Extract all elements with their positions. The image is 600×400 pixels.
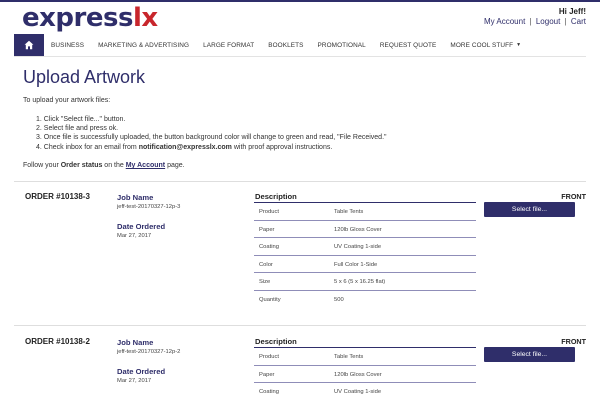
table-row: Coating UV Coating 1-side <box>254 237 476 255</box>
logo-text-lx: lx <box>132 3 158 33</box>
step-1: 1. Click "Select file..." button. <box>36 116 126 123</box>
date-ordered-label: Date Ordered <box>117 222 166 231</box>
my-account-page-link[interactable]: My Account <box>126 162 165 169</box>
step-4-prefix: 4. Check inbox for an email from <box>36 143 139 151</box>
table-row: Coating UV Coating 1-side <box>254 382 476 400</box>
desc-key: Coating <box>259 244 279 251</box>
user-greeting: Hi Jeff! <box>558 7 586 16</box>
desc-value: Table Tents <box>334 354 364 360</box>
front-label: FRONT <box>561 337 586 346</box>
description-table: Product Table Tents Paper 120lb Gloss Cove… <box>254 202 476 308</box>
job-name-value: jeff-test-20170327-12p-2 <box>117 349 181 355</box>
desc-value: 5 x 6 (5 x 16.25 flat) <box>334 279 386 286</box>
date-ordered-value: Mar 27, 2017 <box>117 233 152 239</box>
desc-value: Table Tents <box>334 209 364 215</box>
step-3: 3. Once file is successfully uploaded, t… <box>36 134 387 142</box>
desc-value: UV Coating 1-side <box>334 244 382 251</box>
link-separator: | <box>564 17 567 26</box>
desc-value: 120lb Gloss Cover <box>334 371 382 378</box>
expresslx-logo[interactable]: express lx <box>22 3 158 33</box>
description-heading: Description <box>255 337 297 346</box>
job-name-label: Job Name <box>117 338 154 347</box>
nav-item-booklets[interactable]: BOOKLETS <box>261 34 310 56</box>
nav-item-more-cool-stuff[interactable]: MORE COOL STUFF ▼ <box>443 34 528 56</box>
nav-item-promotional[interactable]: PROMOTIONAL <box>311 34 373 56</box>
follow-mid: on the <box>102 162 126 169</box>
table-row: Product Table Tents <box>254 347 476 365</box>
nav-item-marketing-advertising[interactable]: MARKETING & ADVERTISING <box>91 34 196 56</box>
section-divider <box>14 325 586 326</box>
desc-key: Product <box>259 209 279 215</box>
desc-key: Coating <box>259 389 279 396</box>
order-status-note: Follow your Order status on the My Accou… <box>23 162 185 169</box>
my-account-link[interactable]: My Account <box>484 17 525 26</box>
step-4-suffix: with proof approval instructions. <box>231 143 333 151</box>
order-card: ORDER #10138-3 Job Name jeff-test-201703… <box>0 192 600 312</box>
logout-link[interactable]: Logout <box>536 17 560 26</box>
section-divider <box>14 181 586 182</box>
follow-prefix: Follow your <box>23 162 61 169</box>
select-file-button[interactable]: Select file... <box>484 347 575 362</box>
job-name-value: jeff-test-20170327-12p-3 <box>117 204 181 210</box>
description-table: Product Table Tents Paper 120lb Gloss Cove… <box>254 347 476 400</box>
nav-item-large-format[interactable]: LARGE FORMAT <box>196 34 261 56</box>
table-row: Product Table Tents <box>254 202 476 220</box>
table-row: Paper 120lb Gloss Cover <box>254 219 476 238</box>
top-accent-bar <box>0 0 600 2</box>
upload-steps: 1. Click "Select file..." button. 2. Sel… <box>36 115 387 152</box>
table-row: Size 5 x 6 (5 x 16.25 flat) <box>254 272 476 290</box>
desc-value: UV Coating 1-side <box>334 389 382 396</box>
description-heading: Description <box>255 192 297 201</box>
nav-item-request-quote[interactable]: REQUEST QUOTE <box>373 34 444 56</box>
desc-key: Color <box>259 261 273 268</box>
step-2: 2. Select file and press ok. <box>36 125 119 133</box>
order-card: ORDER #10138-2 Job Name jeff-test-201703… <box>0 337 600 400</box>
date-ordered-label: Date Ordered <box>117 367 166 376</box>
nav-item-business[interactable]: BUSINESS <box>44 34 91 56</box>
cart-link[interactable]: Cart <box>571 17 586 26</box>
upload-intro: To upload your artwork files: <box>23 97 111 104</box>
logo-text-express: express <box>22 3 133 33</box>
table-row: Paper 120lb Gloss Cover <box>254 364 476 383</box>
table-row: Quantity 500 <box>254 289 476 308</box>
nav-home-button[interactable] <box>14 34 44 56</box>
account-links: My Account | Logout | Cart <box>484 17 586 26</box>
order-number: ORDER #10138-3 <box>25 192 90 201</box>
desc-key: Product <box>259 354 279 360</box>
desc-value: Full Color 1-Side <box>334 261 378 268</box>
caret-down-icon: ▼ <box>516 42 522 48</box>
desc-key: Paper <box>259 371 275 378</box>
page-title: Upload Artwork <box>23 67 146 87</box>
front-label: FRONT <box>561 192 586 201</box>
link-separator: | <box>529 17 532 26</box>
desc-value: 120lb Gloss Cover <box>334 226 382 233</box>
desc-key: Quantity <box>259 296 281 303</box>
home-icon <box>24 40 34 50</box>
order-number: ORDER #10138-2 <box>25 337 90 346</box>
desc-key: Size <box>259 279 271 286</box>
date-ordered-value: Mar 27, 2017 <box>117 378 152 384</box>
follow-suffix: page. <box>165 162 185 169</box>
table-row: Color Full Color 1-Side <box>254 254 476 273</box>
desc-key: Paper <box>259 226 275 233</box>
select-file-button[interactable]: Select file... <box>484 202 575 217</box>
step-4: 4. Check inbox for an email from notific… <box>36 143 387 152</box>
desc-value: 500 <box>334 296 344 303</box>
order-status-text: Order status <box>60 162 103 169</box>
notification-email: notification@expresslx.com <box>138 143 232 151</box>
nav-item-more-label: MORE COOL STUFF <box>450 41 514 49</box>
main-nav: BUSINESS MARKETING & ADVERTISING LARGE F… <box>14 34 586 57</box>
job-name-label: Job Name <box>117 193 154 202</box>
